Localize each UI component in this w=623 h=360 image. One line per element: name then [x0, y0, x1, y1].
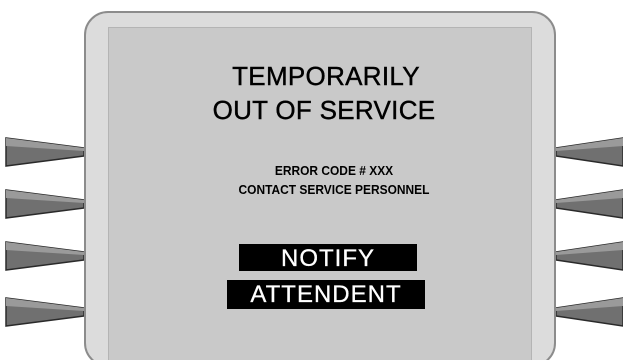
left-function-key-3[interactable]	[0, 238, 84, 274]
atm-display-panel: TEMPORARILY OUT OF SERVICE ERROR CODE # …	[0, 0, 623, 360]
attendent-label: ATTENDENT	[227, 280, 425, 309]
left-function-key-2[interactable]	[0, 186, 84, 222]
contact-service-line: CONTACT SERVICE PERSONNEL	[238, 182, 430, 197]
left-function-key-1[interactable]	[0, 134, 84, 170]
notify-label: NOTIFY	[239, 244, 417, 271]
right-function-key-3[interactable]	[556, 238, 623, 274]
left-function-key-4[interactable]	[0, 294, 84, 330]
title-line-1: TEMPORARILY	[232, 61, 420, 91]
error-code-line: ERROR CODE # XXX	[274, 163, 394, 178]
right-function-key-4[interactable]	[556, 294, 623, 330]
right-function-key-2[interactable]	[556, 186, 623, 222]
right-function-key-1[interactable]	[556, 134, 623, 170]
title-line-2: OUT OF SERVICE	[212, 95, 436, 125]
